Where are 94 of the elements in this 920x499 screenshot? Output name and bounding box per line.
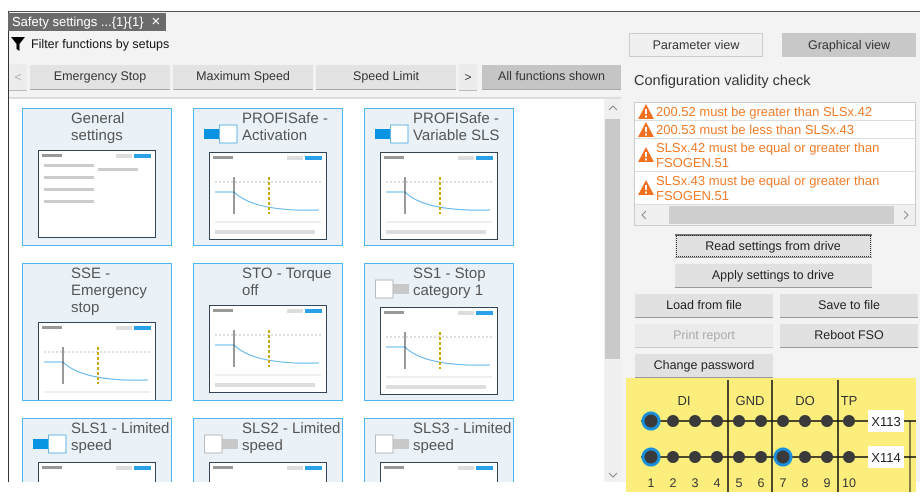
toggle-switch[interactable] (375, 124, 409, 144)
card-title: SLS1 - Limited speed (71, 420, 170, 456)
pin-number: 7 (780, 476, 786, 490)
function-card[interactable]: SS1 - Stop category 1 (364, 263, 514, 401)
pin-number: 10 (842, 476, 856, 490)
pin-dot[interactable] (799, 450, 811, 463)
show-all-tab[interactable]: All functions shown (482, 64, 621, 90)
pin-number: 5 (736, 476, 742, 490)
tab-title: Safety settings ...{1}{1} (12, 13, 144, 31)
pin-dot[interactable] (711, 450, 723, 463)
toggle-switch[interactable] (33, 434, 67, 454)
action-button[interactable]: Change password (635, 354, 773, 378)
horizontal-scrollbar[interactable] (635, 204, 915, 225)
warning-icon (638, 180, 654, 196)
pin-dot[interactable] (799, 414, 811, 427)
pin-number: 9 (824, 476, 830, 490)
toggle-switch[interactable] (375, 278, 409, 299)
pin-dot[interactable] (642, 447, 660, 466)
warning-icon (638, 147, 654, 162)
pin-dot[interactable] (689, 414, 701, 427)
pin-dot[interactable] (689, 450, 701, 463)
card-title: SLS2 - Limited speed (242, 420, 342, 456)
next-button[interactable]: > (459, 64, 477, 90)
pin-dot[interactable] (642, 411, 660, 430)
card-title: SSE - Emergency stop (71, 265, 148, 316)
filter-label: Filter functions by setups (31, 36, 170, 53)
connector-label: X113 (868, 410, 904, 432)
warning-message: SLSx.42 must be equal or greater than FSOGEN.51 (656, 140, 880, 170)
action-button[interactable]: Reboot FSO (780, 324, 918, 348)
close-button[interactable]: × (152, 13, 160, 31)
pin-number: 6 (758, 476, 764, 490)
scroll-right-icon[interactable] (901, 208, 911, 221)
pin-dot[interactable] (843, 414, 855, 427)
view-tab[interactable]: Parameter view (629, 33, 763, 57)
pin-dot[interactable] (667, 450, 679, 463)
card-title: STO - Torque off (242, 265, 332, 299)
filter-tab[interactable]: Speed Limit (316, 64, 456, 90)
pin-group-label: DO (795, 392, 815, 408)
pin-dot[interactable] (821, 450, 833, 463)
filter-icon[interactable] (11, 36, 25, 52)
card-title: SLS3 - Limited speed (413, 420, 512, 456)
connector-label: X114 (868, 446, 904, 468)
pin-group-label: DI (678, 392, 690, 408)
warning-message: SLSx.43 must be equal or greater than FSOGEN.51 (656, 172, 880, 203)
filter-tab[interactable]: Emergency Stop (30, 64, 170, 90)
action-button[interactable]: Save to file (780, 294, 918, 318)
pin-dot[interactable] (821, 414, 833, 427)
function-card[interactable]: PROFISafe - Variable SLS (364, 108, 514, 246)
pin-number: 3 (692, 476, 698, 490)
scrollbar-thumb[interactable] (669, 206, 894, 224)
function-card[interactable]: PROFISafe - Activation (193, 108, 343, 246)
function-card[interactable]: General settings (22, 108, 172, 246)
card-title: General settings (71, 110, 126, 144)
document-tab[interactable]: Safety settings ...{1}{1} × (8, 13, 166, 31)
function-card[interactable]: SLS2 - Limited speed (193, 418, 343, 482)
pin-dot[interactable] (843, 450, 855, 463)
pin-dot[interactable] (755, 414, 767, 427)
pin-dot[interactable] (774, 447, 792, 466)
vertical-scrollbar[interactable] (604, 99, 621, 482)
warning-message: 200.52 must be greater than SLSx.42 (656, 104, 872, 119)
pin-group-label: TP (840, 392, 858, 408)
pin-dot[interactable] (667, 414, 679, 427)
pin-dot[interactable] (777, 414, 789, 427)
pin-number: 4 (714, 476, 720, 490)
toggle-switch[interactable] (204, 434, 238, 454)
pin-dot[interactable] (733, 450, 745, 463)
function-card[interactable]: SLS3 - Limited speed (364, 418, 514, 482)
view-tab[interactable]: Graphical view (782, 33, 916, 57)
toggle-switch[interactable] (375, 434, 409, 454)
action-button[interactable]: Read settings from drive (674, 234, 872, 258)
warning-icon (638, 122, 654, 137)
warning-message: 200.53 must be less than SLSx.43 (656, 122, 854, 137)
toggle-switch[interactable] (204, 124, 238, 144)
pin-dot[interactable] (711, 414, 723, 427)
function-card[interactable]: STO - Torque off (193, 263, 343, 401)
action-button[interactable]: Apply settings to drive (674, 264, 872, 288)
pin-number: 8 (802, 476, 808, 490)
scroll-down-icon[interactable] (606, 470, 618, 480)
card-title: PROFISafe - Variable SLS (413, 110, 500, 146)
pin-dot[interactable] (755, 450, 767, 463)
action-button[interactable]: Load from file (635, 294, 773, 318)
scroll-up-icon[interactable] (606, 103, 618, 113)
pin-group-label: GND (736, 392, 764, 408)
scrollbar-thumb[interactable] (605, 119, 620, 359)
card-title: PROFISafe - Activation (242, 110, 329, 146)
scroll-left-icon[interactable] (639, 208, 649, 221)
filter-tab[interactable]: Maximum Speed (173, 64, 313, 90)
pin-dot[interactable] (733, 414, 745, 427)
pin-number: 2 (670, 476, 676, 490)
card-title: SS1 - Stop category 1 (413, 265, 487, 301)
section-title: Configuration validity check (634, 72, 812, 91)
function-card[interactable]: SLS1 - Limited speed (22, 418, 172, 482)
pin-number: 1 (648, 476, 654, 490)
function-card[interactable]: SSE - Emergency stop (22, 263, 172, 401)
